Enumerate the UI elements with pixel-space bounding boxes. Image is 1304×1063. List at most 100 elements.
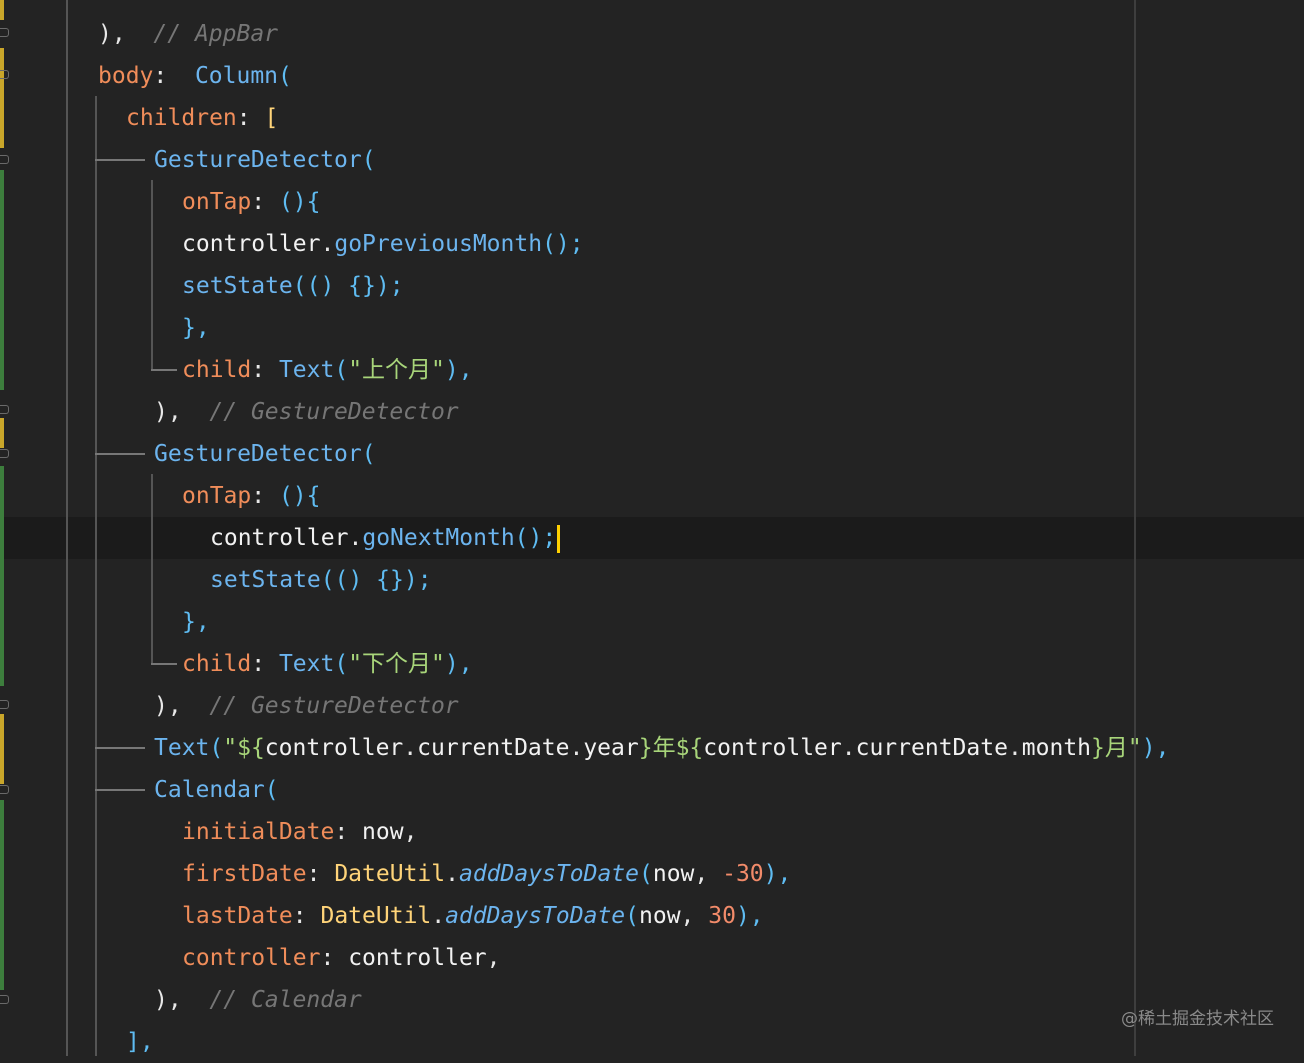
- code-token: DateUtil: [320, 903, 432, 929]
- code-token: ();: [542, 231, 584, 257]
- code-token: GestureDetector: [154, 441, 362, 467]
- code-line[interactable]: ],: [126, 1021, 154, 1063]
- code-token: ),: [763, 861, 792, 887]
- current-line-highlight: [0, 517, 1304, 559]
- code-line[interactable]: Calendar(: [154, 769, 279, 811]
- code-token: Text: [154, 735, 210, 761]
- code-line[interactable]: ), // Calendar: [154, 979, 362, 1021]
- code-line[interactable]: setState(() {});: [210, 559, 432, 601]
- code-editor[interactable]: ), // AppBar body: Column(children: [Gest…: [0, 0, 1304, 1056]
- code-token: .: [445, 861, 459, 887]
- code-token: lastDate: [182, 903, 293, 929]
- code-token: onTap: [182, 483, 252, 509]
- fold-icon[interactable]: [0, 70, 9, 79]
- code-token: :: [236, 105, 265, 131]
- fold-icon[interactable]: [0, 155, 9, 164]
- code-token: ),: [735, 903, 764, 929]
- code-token: .: [320, 231, 335, 257]
- code-token: .: [431, 903, 446, 929]
- code-line[interactable]: setState(() {});: [182, 265, 404, 307]
- code-token: ,: [403, 819, 418, 845]
- indent-guide-branch: [151, 369, 177, 371]
- code-line[interactable]: },: [182, 601, 210, 643]
- code-token: controller: [264, 735, 404, 761]
- code-token: .: [348, 525, 363, 551]
- code-line[interactable]: Text("${controller.currentDate.year}年${c…: [154, 727, 1169, 769]
- code-line[interactable]: initialDate: now,: [182, 811, 417, 853]
- fold-icon[interactable]: [0, 995, 9, 1004]
- code-line[interactable]: },: [182, 307, 210, 349]
- code-token: ();: [514, 525, 557, 551]
- code-token: (: [209, 735, 224, 761]
- code-token: [: [264, 105, 279, 131]
- code-token: :: [334, 819, 363, 845]
- code-token: // GestureDetector: [181, 693, 459, 719]
- code-token: }月": [1091, 735, 1142, 761]
- indent-guide: [151, 180, 153, 370]
- code-line[interactable]: controller.goPreviousMonth();: [182, 223, 584, 265]
- code-token: },: [182, 609, 210, 635]
- code-token: // AppBar: [125, 21, 279, 47]
- code-token: currentDate: [855, 735, 1008, 761]
- code-token: :: [251, 357, 279, 383]
- code-line[interactable]: child: Text("上个月"),: [182, 349, 473, 391]
- code-token: Calendar: [154, 777, 265, 803]
- code-line[interactable]: controller: controller,: [182, 937, 501, 979]
- code-token: ,: [486, 945, 501, 971]
- fold-icon[interactable]: [0, 449, 9, 458]
- fold-icon[interactable]: [0, 700, 9, 709]
- code-token: firstDate: [182, 861, 307, 887]
- code-token: :: [292, 903, 321, 929]
- code-token: }年${: [638, 735, 704, 761]
- code-line[interactable]: onTap: (){: [182, 475, 321, 517]
- code-token: (() {});: [320, 567, 432, 593]
- code-token: now: [362, 819, 404, 845]
- indent-guide: [66, 0, 68, 1056]
- code-line[interactable]: controller.goNextMonth();: [210, 517, 561, 559]
- code-token: // Calendar: [181, 987, 362, 1013]
- code-token: .: [1007, 735, 1022, 761]
- code-token: :: [306, 861, 335, 887]
- code-line[interactable]: ), // GestureDetector: [154, 391, 459, 433]
- code-token: now: [639, 903, 681, 929]
- code-line[interactable]: GestureDetector(: [154, 433, 376, 475]
- code-token: :: [251, 651, 279, 677]
- code-token: // GestureDetector: [181, 399, 459, 425]
- indent-guide-branch: [151, 663, 177, 665]
- code-token: year: [583, 735, 639, 761]
- code-line[interactable]: lastDate: DateUtil.addDaysToDate(now, 30…: [182, 895, 764, 937]
- code-token: ],: [126, 1029, 154, 1055]
- code-token: (: [278, 63, 292, 89]
- code-line[interactable]: body: Column(: [98, 55, 292, 97]
- code-line[interactable]: ), // GestureDetector: [154, 685, 459, 727]
- code-token: ),: [444, 651, 473, 677]
- code-line[interactable]: children: [: [126, 97, 278, 139]
- code-token: :: [251, 189, 279, 215]
- fold-icon[interactable]: [0, 28, 9, 37]
- code-token: Text: [278, 651, 335, 677]
- fold-icon[interactable]: [0, 785, 9, 794]
- code-line[interactable]: ), // AppBar: [98, 13, 278, 55]
- indent-guide-branch: [95, 159, 145, 161]
- code-token: addDaysToDate: [458, 861, 639, 887]
- code-line[interactable]: child: Text("下个月"),: [182, 643, 473, 685]
- code-line[interactable]: firstDate: DateUtil.addDaysToDate(now, -…: [182, 853, 791, 895]
- code-token: child: [182, 357, 252, 383]
- code-line[interactable]: GestureDetector(: [154, 139, 376, 181]
- code-line[interactable]: onTap: (){: [182, 181, 321, 223]
- fold-icon[interactable]: [0, 405, 9, 414]
- code-token: .: [403, 735, 418, 761]
- code-token: ),: [444, 357, 473, 383]
- code-token: initialDate: [182, 819, 335, 845]
- indent-guide: [95, 96, 97, 1056]
- code-token: "${: [223, 735, 265, 761]
- code-token: },: [182, 315, 210, 341]
- code-token: :: [251, 483, 279, 509]
- code-token: DateUtil: [334, 861, 446, 887]
- gutter-change-bar: [0, 800, 4, 990]
- code-token: controller: [703, 735, 842, 761]
- code-token: ),: [154, 693, 182, 719]
- code-token: ),: [154, 987, 182, 1013]
- code-token: ),: [154, 399, 182, 425]
- code-token: :: [320, 945, 349, 971]
